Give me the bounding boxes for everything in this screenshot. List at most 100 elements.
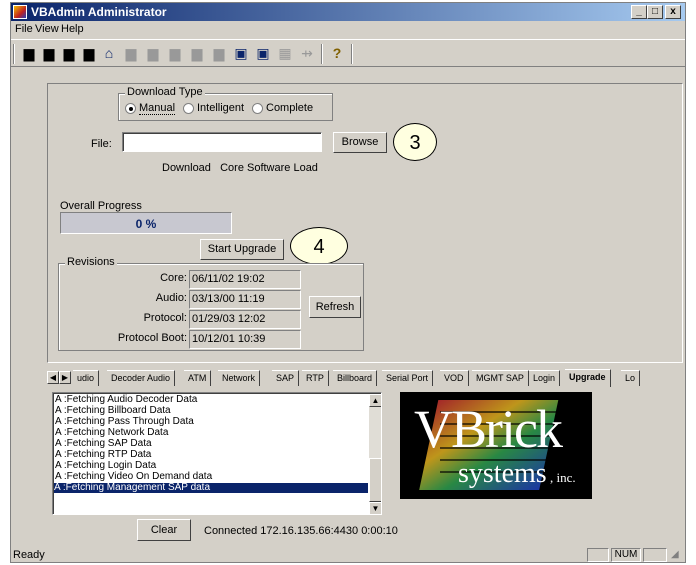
device-icon[interactable]: ▣	[233, 45, 249, 61]
tab-lo[interactable]: Lo	[621, 370, 641, 386]
overall-progress-label: Overall Progress	[60, 200, 142, 212]
tab-upgrade[interactable]: Upgrade	[565, 369, 611, 387]
list-item[interactable]: A :Fetching SAP Data	[55, 439, 152, 449]
file-label: File:	[91, 138, 112, 150]
download-core-text: Download Core Software Load	[162, 162, 318, 174]
toolbar-separator	[321, 44, 323, 64]
progress-percent: 0 %	[135, 217, 157, 231]
tab-login[interactable]: Login	[529, 370, 561, 386]
list-item[interactable]: A :Fetching Billboard Data	[55, 406, 171, 416]
tab-atm[interactable]: ATM	[184, 370, 212, 386]
connection-status: Connected 172.16.135.66:4430 0:00:10	[204, 525, 398, 537]
toolbar-separator	[351, 44, 353, 64]
scroll-down-icon[interactable]: ▼	[369, 502, 381, 514]
clear-button[interactable]: Clear	[137, 519, 191, 541]
disabled-icon: ▆	[169, 45, 181, 61]
radio-manual-label[interactable]: Manual	[139, 102, 176, 115]
menu-bar: File View Help	[11, 21, 685, 38]
progress-bar: 0 %	[60, 212, 232, 234]
status-num-indicator: NUM	[611, 548, 641, 562]
audio-label: Audio:	[155, 292, 187, 304]
core-label: Core:	[160, 272, 187, 284]
status-panel-empty	[643, 548, 667, 562]
list-item[interactable]: A :Fetching RTP Data	[55, 450, 151, 460]
tab-vod[interactable]: VOD	[440, 370, 469, 386]
grid-icon: ▦	[278, 45, 292, 61]
radio-intelligent[interactable]	[183, 103, 194, 114]
status-panel-empty	[587, 548, 609, 562]
tab-scroll-right-icon[interactable]: ▶	[59, 371, 71, 384]
maximize-button[interactable]: □	[647, 5, 663, 19]
tab-audio[interactable]: udio	[73, 370, 100, 386]
list-item[interactable]: A :Fetching Pass Through Data	[55, 417, 194, 427]
download-icon[interactable]: ▆	[21, 45, 37, 61]
disabled-icon: ▆	[191, 45, 203, 61]
window-title: VBAdmin Administrator	[31, 5, 167, 19]
vbrick-logo: VBrick systems , inc.	[400, 392, 592, 499]
download-icon[interactable]: ▆	[61, 45, 77, 61]
tab-serial-port[interactable]: Serial Port	[382, 370, 434, 386]
toolbar-grip	[13, 44, 15, 64]
logo-text-vbrick: VBrick	[414, 399, 563, 459]
close-button[interactable]: x	[665, 5, 681, 19]
scroll-thumb[interactable]	[369, 458, 381, 502]
app-window: VBAdmin Administrator _ □ x File View He…	[10, 2, 686, 563]
download-type-group: Download Type Manual Intelligent Complet…	[118, 86, 333, 121]
tab-mgmt-sap[interactable]: MGMT SAP	[472, 370, 529, 386]
menu-file[interactable]: File	[15, 23, 33, 35]
download-type-label: Download Type	[125, 86, 205, 98]
list-item[interactable]: A :Fetching Audio Decoder Data	[55, 395, 197, 405]
device-icon[interactable]: ▣	[255, 45, 271, 61]
title-bar[interactable]: VBAdmin Administrator _ □ x	[11, 3, 685, 21]
logo-text-systems: systems	[458, 458, 547, 489]
log-scrollbar[interactable]: ▲ ▼	[369, 394, 381, 514]
minimize-button[interactable]: _	[631, 5, 647, 19]
list-item-selected[interactable]: A :Fetching Management SAP data	[54, 483, 368, 493]
list-item[interactable]: A :Fetching Video On Demand data	[55, 472, 212, 482]
tab-decoder-audio[interactable]: Decoder Audio	[107, 370, 176, 386]
tab-billboard[interactable]: Billboard	[333, 370, 378, 386]
audio-value: 03/13/00 11:19	[189, 290, 301, 309]
tab-rtp[interactable]: RTP	[302, 370, 329, 386]
radio-complete-label[interactable]: Complete	[266, 102, 313, 114]
home-icon[interactable]: ⌂	[101, 45, 117, 61]
help-icon[interactable]: ?	[329, 45, 345, 61]
antenna-icon: ⇸	[301, 45, 313, 61]
revisions-label: Revisions	[65, 256, 117, 268]
radio-intelligent-label[interactable]: Intelligent	[197, 102, 244, 114]
refresh-button[interactable]: Refresh	[309, 296, 361, 318]
scroll-up-icon[interactable]: ▲	[369, 394, 381, 407]
disabled-icon: ▆	[147, 45, 159, 61]
protocol-boot-value: 10/12/01 10:39	[189, 330, 301, 349]
tab-scroll-left-icon[interactable]: ◀	[47, 371, 59, 384]
core-value: 06/11/02 19:02	[189, 270, 301, 289]
protocol-label: Protocol:	[143, 312, 187, 324]
file-input[interactable]	[122, 132, 322, 152]
app-icon	[13, 5, 27, 19]
tab-network[interactable]: Network	[218, 370, 261, 386]
disabled-icon: ▆	[125, 45, 137, 61]
disabled-icon: ▆	[213, 45, 225, 61]
upload-icon[interactable]: ▆	[41, 45, 57, 61]
tab-sap[interactable]: SAP	[272, 370, 300, 386]
tab-strip: ◀ ▶ udio Decoder Audio ATM Network SAP R…	[47, 369, 683, 387]
revisions-group: Revisions Core: 06/11/02 19:02 Audio: 03…	[58, 256, 364, 351]
browse-button[interactable]: Browse	[333, 132, 387, 153]
log-list[interactable]: A :Fetching Audio Decoder Data A :Fetchi…	[52, 392, 382, 515]
start-upgrade-button[interactable]: Start Upgrade	[200, 239, 284, 260]
protocol-value: 01/29/03 12:02	[189, 310, 301, 329]
status-text: Ready	[13, 549, 45, 561]
menu-help[interactable]: Help	[61, 23, 84, 35]
resize-grip-icon[interactable]: ◢	[671, 549, 683, 561]
toolbar: ▆ ▆ ▆ ▆ ⌂ ▆ ▆ ▆ ▆ ▆ ▣ ▣ ▦ ⇸ ?	[11, 39, 685, 67]
callout-3: 3	[393, 123, 437, 161]
list-item[interactable]: A :Fetching Login Data	[55, 461, 156, 471]
list-item[interactable]: A :Fetching Network Data	[55, 428, 168, 438]
status-bar: Ready NUM ◢	[11, 547, 685, 563]
upload-icon[interactable]: ▆	[81, 45, 97, 61]
radio-complete[interactable]	[252, 103, 263, 114]
protocol-boot-label: Protocol Boot:	[117, 332, 187, 344]
radio-manual[interactable]	[125, 103, 136, 114]
callout-4: 4	[290, 227, 348, 265]
menu-view[interactable]: View	[35, 23, 59, 35]
